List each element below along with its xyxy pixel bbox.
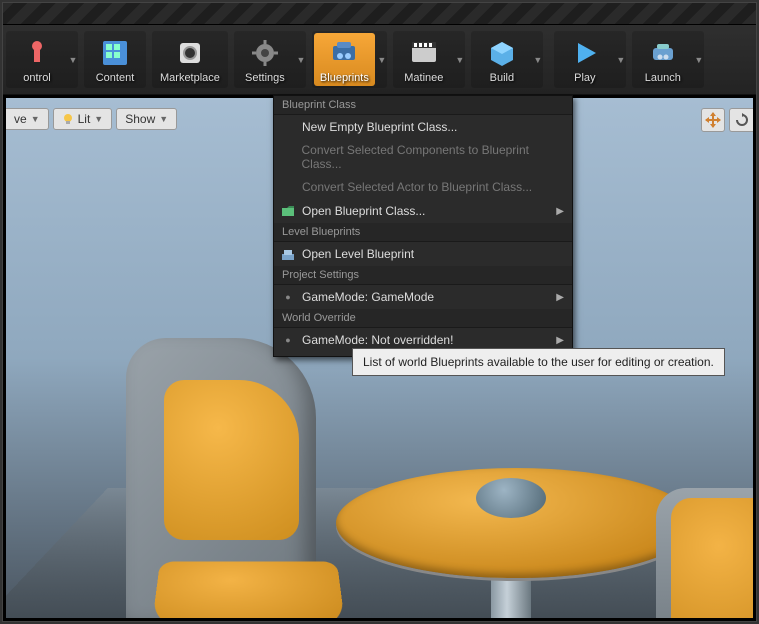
viewport-button-label: Lit xyxy=(78,112,91,126)
scene-chair-seat xyxy=(152,562,346,619)
menu-section-header: World Override xyxy=(274,309,572,328)
menu-item-new-blueprint-class[interactable]: New Empty Blueprint Class... xyxy=(274,115,572,139)
menu-item-convert-components: Convert Selected Components to Blueprint… xyxy=(274,139,572,175)
blank-icon xyxy=(280,179,296,195)
dropdown-arrow-icon[interactable]: ▼ xyxy=(533,31,543,88)
launch-icon xyxy=(646,36,680,70)
blank-icon xyxy=(280,119,296,135)
menu-item-convert-actor: Convert Selected Actor to Blueprint Clas… xyxy=(274,175,572,199)
main-toolbar: ontrol ▼ Content Marketplace xyxy=(3,25,756,95)
submenu-arrow-icon: ▶ xyxy=(556,335,564,346)
menu-section-header: Project Settings xyxy=(274,266,572,285)
launch-button[interactable]: Launch xyxy=(634,33,692,86)
matinee-icon xyxy=(407,36,441,70)
dropdown-arrow-icon: ▼ xyxy=(159,114,168,124)
toolbar-label: Play xyxy=(574,72,595,84)
toolbar-label: Marketplace xyxy=(160,72,220,84)
menu-item-open-blueprint-class[interactable]: Open Blueprint Class... ▶ xyxy=(274,199,572,223)
viewport-show-button[interactable]: Show ▼ xyxy=(116,108,177,130)
viewport-button-label: ve xyxy=(14,112,27,126)
play-button[interactable]: Play xyxy=(556,33,614,86)
settings-button[interactable]: Settings xyxy=(236,33,294,86)
dropdown-arrow-icon[interactable]: ▼ xyxy=(296,31,306,88)
marketplace-button[interactable]: Marketplace xyxy=(154,33,226,86)
source-control-icon xyxy=(20,36,54,70)
toolbar-label: Content xyxy=(96,72,135,84)
viewport-refresh-button[interactable] xyxy=(729,108,753,132)
menu-item-label: GameMode: Not overridden! xyxy=(302,333,453,347)
blueprints-icon xyxy=(327,36,361,70)
bullet-icon xyxy=(280,289,296,305)
play-icon xyxy=(568,36,602,70)
viewport-lit-button[interactable]: Lit ▼ xyxy=(53,108,113,130)
menu-item-label: New Empty Blueprint Class... xyxy=(302,120,457,134)
viewport-move-gizmo-button[interactable] xyxy=(701,108,725,132)
toolbar-label: Matinee xyxy=(404,72,443,84)
menu-item-label: Open Blueprint Class... xyxy=(302,204,425,218)
blueprints-dropdown-menu: Blueprint Class New Empty Blueprint Clas… xyxy=(273,95,573,357)
viewport-toolbar-left: ve ▼ Lit ▼ Show ▼ xyxy=(6,108,177,130)
move-gizmo-icon xyxy=(705,112,721,128)
menu-item-label: Open Level Blueprint xyxy=(302,247,414,261)
tooltip-text: List of world Blueprints available to th… xyxy=(363,355,714,369)
lightbulb-icon xyxy=(62,113,74,125)
scene-chair2-cushion xyxy=(671,498,754,619)
settings-icon xyxy=(248,36,282,70)
menu-item-label: Convert Selected Components to Blueprint… xyxy=(302,143,564,171)
dropdown-arrow-icon: ▼ xyxy=(31,114,40,124)
viewport-perspective-button[interactable]: ve ▼ xyxy=(6,108,49,130)
menu-item-gamemode-project[interactable]: GameMode: GameMode ▶ xyxy=(274,285,572,309)
dropdown-arrow-icon[interactable]: ▼ xyxy=(694,31,704,88)
content-button[interactable]: Content xyxy=(86,33,144,86)
menu-section-header: Level Blueprints xyxy=(274,223,572,242)
open-folder-icon xyxy=(280,203,296,219)
submenu-arrow-icon: ▶ xyxy=(556,292,564,303)
viewport-button-label: Show xyxy=(125,112,155,126)
submenu-arrow-icon: ▶ xyxy=(556,206,564,217)
toolbar-label: Launch xyxy=(645,72,681,84)
toolbar-label: Blueprints xyxy=(320,72,369,84)
dropdown-arrow-icon[interactable]: ▼ xyxy=(68,31,78,88)
menu-section-header: Blueprint Class xyxy=(274,96,572,115)
build-button[interactable]: Build xyxy=(473,33,531,86)
content-icon xyxy=(98,36,132,70)
dropdown-arrow-icon: ▼ xyxy=(94,114,103,124)
level-blueprint-icon xyxy=(280,246,296,262)
matinee-button[interactable]: Matinee xyxy=(395,33,453,86)
scene-table-hub xyxy=(476,478,546,518)
marketplace-icon xyxy=(173,36,207,70)
scene-chair-cushion xyxy=(164,380,299,540)
refresh-icon xyxy=(735,113,749,127)
toolbar-label: Settings xyxy=(245,72,285,84)
toolbar-label: ontrol xyxy=(23,72,51,84)
menu-item-open-level-blueprint[interactable]: Open Level Blueprint xyxy=(274,242,572,266)
tooltip: List of world Blueprints available to th… xyxy=(352,348,725,376)
source-control-button[interactable]: ontrol xyxy=(8,33,66,86)
dropdown-arrow-icon[interactable]: ▼ xyxy=(616,31,626,88)
menu-item-label: Convert Selected Actor to Blueprint Clas… xyxy=(302,180,532,194)
toolbar-label: Build xyxy=(490,72,514,84)
build-icon xyxy=(485,36,519,70)
menu-item-label: GameMode: GameMode xyxy=(302,290,434,304)
blueprints-button[interactable]: Blueprints xyxy=(314,33,375,86)
bullet-icon xyxy=(280,332,296,348)
window-titlebar-stripe xyxy=(3,3,756,25)
dropdown-arrow-icon[interactable]: ▼ xyxy=(455,31,465,88)
viewport-toolbar-right xyxy=(701,108,753,132)
dropdown-arrow-icon[interactable]: ▼ xyxy=(377,31,387,88)
blank-icon xyxy=(280,149,296,165)
